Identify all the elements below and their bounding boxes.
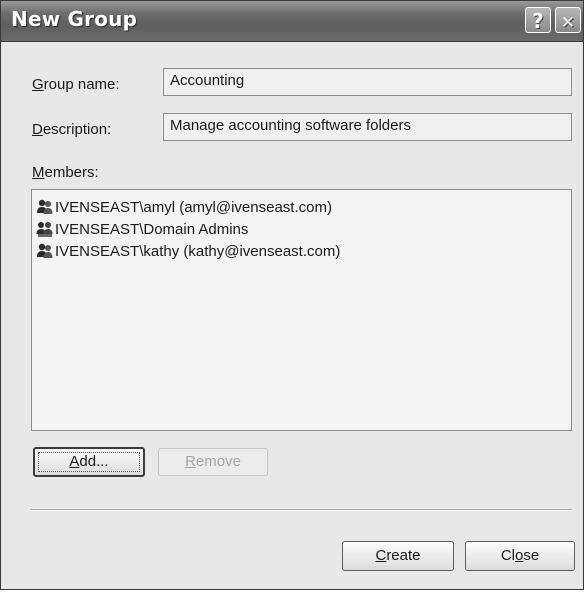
close-icon: ✕ — [560, 13, 576, 33]
description-label-text: escription: — [42, 121, 112, 138]
close-button-label-end: se — [523, 547, 540, 564]
group-name-label-text: roup name: — [43, 76, 120, 93]
close-button-label-start: Cl — [500, 547, 515, 564]
new-group-dialog: New Group ? ✕ Group name: Accounting Des… — [0, 0, 584, 590]
add-button[interactable]: Add... — [33, 447, 145, 477]
close-button[interactable]: Close — [465, 541, 575, 571]
create-button-label: reate — [386, 547, 421, 564]
help-icon: ? — [532, 9, 544, 33]
member-text: IVENSEAST\kathy (kathy@ivenseast.com) — [55, 242, 341, 260]
description-label: Description: — [32, 121, 111, 138]
members-label-text: embers: — [44, 164, 99, 181]
group-name-label: Group name: — [32, 76, 120, 93]
remove-button-accelerator: R — [185, 453, 196, 470]
separator — [31, 509, 572, 511]
dialog-title: New Group — [11, 7, 138, 31]
focus-rectangle — [38, 452, 140, 472]
member-text: IVENSEAST\Domain Admins — [55, 220, 249, 238]
list-item[interactable]: IVENSEAST\Domain Admins — [36, 218, 567, 240]
create-button[interactable]: Create — [342, 541, 454, 571]
remove-button[interactable]: Remove — [158, 448, 268, 476]
members-list[interactable]: IVENSEAST\amyl (amyl@ivenseast.com) IVEN… — [31, 189, 572, 431]
help-button[interactable]: ? — [525, 7, 551, 33]
remove-button-label: emove — [195, 453, 241, 470]
members-label: Members: — [32, 164, 99, 181]
user-icon — [37, 199, 53, 214]
group-name-label-accelerator: G — [32, 76, 44, 93]
group-name-field[interactable]: Accounting — [163, 68, 572, 96]
member-text: IVENSEAST\amyl (amyl@ivenseast.com) — [55, 198, 332, 216]
close-window-button[interactable]: ✕ — [555, 7, 581, 33]
create-button-accelerator: C — [375, 547, 387, 564]
list-item[interactable]: IVENSEAST\amyl (amyl@ivenseast.com) — [36, 196, 567, 218]
user-icon — [37, 243, 53, 258]
group-icon — [36, 222, 53, 237]
members-label-accelerator: M — [32, 164, 45, 181]
title-bar[interactable]: New Group ? ✕ — [1, 1, 583, 42]
description-field[interactable]: Manage accounting software folders — [163, 113, 572, 141]
description-label-accelerator: D — [32, 121, 43, 138]
list-item[interactable]: IVENSEAST\kathy (kathy@ivenseast.com) — [36, 240, 567, 262]
